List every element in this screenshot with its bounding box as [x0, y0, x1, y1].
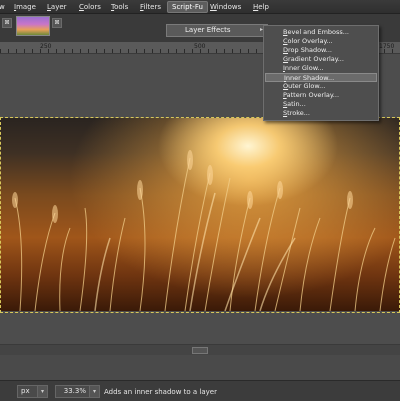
layer-effects-submenu: Bevel and Emboss... Color Overlay... Dro… [263, 25, 379, 121]
tab-close-icon[interactable]: ⊠ [52, 18, 62, 28]
menu-layer[interactable]: Layer [47, 3, 67, 11]
menu-item-stroke[interactable]: Stroke... [265, 109, 377, 118]
menu-item-outer-glow[interactable]: Outer Glow... [265, 82, 377, 91]
menu-help[interactable]: Help [253, 3, 269, 11]
menu-item-color-overlay[interactable]: Color Overlay... [265, 37, 377, 46]
menu-bar: w Image Layer Colors Tools Filters Scrip… [0, 0, 400, 14]
menu-colors[interactable]: Colors [79, 3, 101, 11]
menu-view[interactable]: w [0, 3, 5, 11]
ruler-label: 1750 [379, 43, 395, 50]
ruler-label: 250 [40, 43, 52, 50]
menu-script-fu[interactable]: Script-Fu [167, 1, 208, 13]
layer-effects-label: Layer Effects [185, 26, 231, 34]
menu-filters[interactable]: Filters [140, 3, 161, 11]
menu-tools[interactable]: Tools [111, 3, 128, 11]
status-bar: px ▾ 33.3% ▾ Adds an inner shadow to a l… [0, 380, 400, 401]
tab-close-icon[interactable]: ⊠ [2, 18, 12, 28]
grass-photo [12, 150, 396, 311]
menu-item-satin[interactable]: Satin... [265, 100, 377, 109]
zoom-select[interactable]: 33.3% [55, 385, 90, 398]
layer-effects-menu-item[interactable]: Layer Effects ▸ [166, 24, 268, 37]
unit-select[interactable]: px [17, 385, 39, 398]
menu-image[interactable]: Image [14, 3, 36, 11]
zoom-dropdown-icon[interactable]: ▾ [89, 385, 100, 398]
menu-item-gradient-overlay[interactable]: Gradient Overlay... [265, 55, 377, 64]
menu-item-inner-glow[interactable]: Inner Glow... [265, 64, 377, 73]
image-canvas[interactable] [0, 118, 400, 311]
menu-item-inner-shadow[interactable]: Inner Shadow... [265, 73, 377, 82]
horizontal-scrollbar[interactable] [0, 344, 400, 355]
scrollbar-thumb[interactable] [192, 347, 208, 354]
ruler-label: 500 [194, 43, 206, 50]
menu-item-pattern-overlay[interactable]: Pattern Overlay... [265, 91, 377, 100]
unit-dropdown-icon[interactable]: ▾ [37, 385, 48, 398]
menu-windows[interactable]: Windows [210, 3, 241, 11]
image-thumbnail[interactable] [16, 16, 50, 36]
menu-item-bevel-and-emboss[interactable]: Bevel and Emboss... [265, 28, 377, 37]
status-message: Adds an inner shadow to a layer [104, 388, 217, 396]
menu-item-drop-shadow[interactable]: Drop Shadow... [265, 46, 377, 55]
